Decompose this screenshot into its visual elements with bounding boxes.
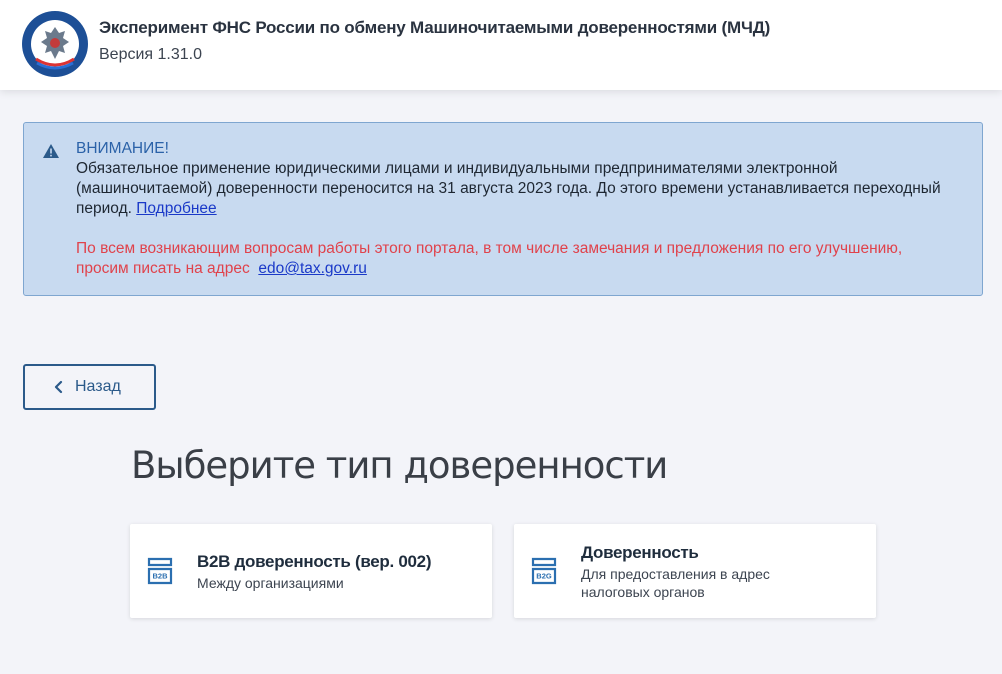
b2g-icon-label: B2G xyxy=(536,572,552,581)
card-b2g-title: Доверенность xyxy=(581,543,699,562)
b2g-document-icon: B2G xyxy=(531,557,557,585)
card-b2b-title: B2B доверенность (вер. 002) xyxy=(197,552,432,571)
notice-warning-text: По всем возникающим вопросам работы этог… xyxy=(76,240,903,277)
notice-body: ВНИМАНИЕ! Обязательное применение юридич… xyxy=(76,139,956,279)
card-b2g-subtitle: Для предоставления в адрес налоговых орг… xyxy=(581,566,770,600)
card-b2b-subtitle: Между организациями xyxy=(197,575,344,591)
page-title: Выберите тип доверенности xyxy=(131,444,668,487)
notice-text: Обязательное применение юридическими лиц… xyxy=(76,159,956,219)
more-info-link[interactable]: Подробнее xyxy=(136,200,216,217)
card-b2b[interactable]: B2B B2B доверенность (вер. 002) Между ор… xyxy=(130,524,492,618)
support-email-link[interactable]: edo@tax.gov.ru xyxy=(258,260,367,277)
notice-banner: ВНИМАНИЕ! Обязательное применение юридич… xyxy=(23,122,983,296)
back-button[interactable]: Назад xyxy=(23,364,156,410)
chevron-left-icon xyxy=(54,380,63,394)
app-title: Эксперимент ФНС России по обмену Машиноч… xyxy=(99,18,771,37)
app-version: Версия 1.31.0 xyxy=(99,46,202,63)
warning-icon xyxy=(43,144,59,158)
b2b-document-icon: B2B xyxy=(147,557,173,585)
b2b-icon-label: B2B xyxy=(152,572,168,581)
header: Эксперимент ФНС России по обмену Машиноч… xyxy=(0,0,1002,90)
notice-heading: ВНИМАНИЕ! xyxy=(76,140,169,157)
back-button-label: Назад xyxy=(75,378,121,395)
fns-logo-icon[interactable] xyxy=(20,9,90,79)
notice-warning: По всем возникающим вопросам работы этог… xyxy=(76,239,956,279)
card-b2g[interactable]: B2G Доверенность Для предоставления в ад… xyxy=(514,524,876,618)
